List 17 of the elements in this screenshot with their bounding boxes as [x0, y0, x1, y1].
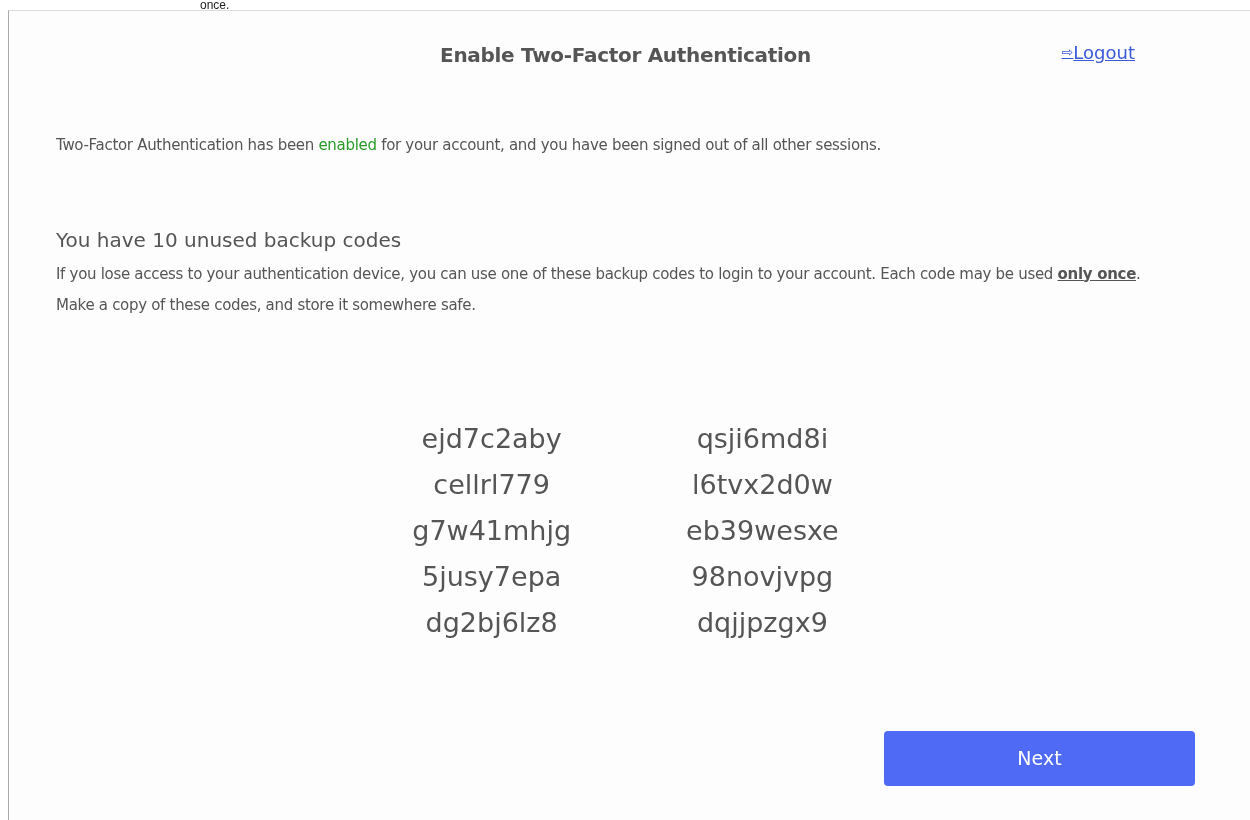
backup-code: 98novjvpg	[690, 559, 835, 594]
status-message: Two-Factor Authentication has been enabled for your account, and you have been signed out of all other sessions.	[56, 135, 883, 156]
backup-code: dqjjpzgx9	[695, 605, 829, 640]
backup-code: eb39wesxe	[686, 513, 839, 548]
cut-off-text: once.	[199, 0, 231, 10]
backup-code: qsji6md8i	[695, 421, 830, 456]
instructions-text: If you lose access to your authentication device, you can use one of these backup codes to login to your account. Each code may be used only once. Make a copy of these codes, and store it somewhere safe.	[56, 263, 1142, 316]
section-heading: You have 10 unused backup codes	[56, 226, 403, 254]
next-button[interactable]: Next	[884, 730, 1195, 786]
logout-link[interactable]: ⇨Logout	[1061, 39, 1135, 66]
backup-code: dg2bj6lz8	[424, 605, 559, 640]
backup-code: g7w41mhjg	[412, 513, 572, 548]
page-title: Enable Two-Factor Authentication	[440, 42, 811, 69]
backup-code: 5jusy7epa	[421, 559, 563, 594]
backup-code: cellrl779	[432, 467, 551, 502]
backup-code: ejd7c2aby	[420, 421, 563, 456]
backup-code: l6tvx2d0w	[691, 467, 834, 502]
